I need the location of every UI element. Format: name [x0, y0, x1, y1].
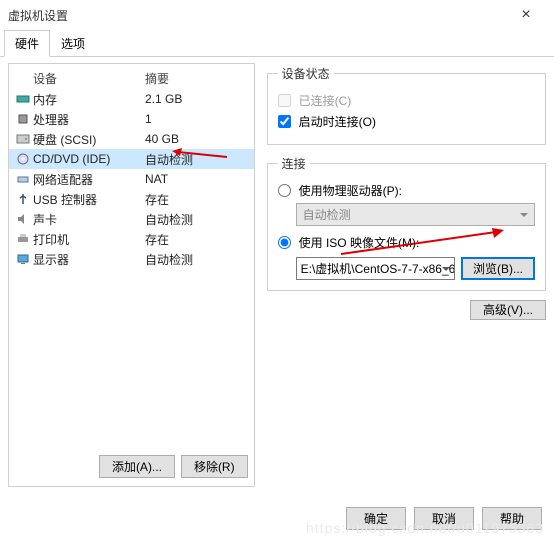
memory-icon	[15, 92, 31, 106]
device-summary: NAT	[145, 172, 248, 186]
list-item[interactable]: CD/DVD (IDE) 自动检测	[9, 149, 254, 169]
iso-label: 使用 ISO 映像文件(M):	[299, 234, 420, 251]
device-summary: 存在	[145, 231, 248, 248]
list-item[interactable]: 内存 2.1 GB	[9, 89, 254, 109]
list-header: 设备 摘要	[9, 64, 254, 89]
list-item[interactable]: 硬盘 (SCSI) 40 GB	[9, 129, 254, 149]
list-item[interactable]: USB 控制器 存在	[9, 189, 254, 209]
device-name: 显示器	[33, 251, 145, 268]
device-list: 设备 摘要 内存 2.1 GB 处理器 1 硬盘 (SCSI) 40 GB CD…	[9, 64, 254, 447]
list-item[interactable]: 声卡 自动检测	[9, 209, 254, 229]
iso-radio[interactable]	[278, 236, 291, 249]
browse-button[interactable]: 浏览(B)...	[461, 257, 535, 280]
add-remove-row: 添加(A)... 移除(R)	[9, 447, 254, 486]
physical-radio[interactable]	[278, 184, 291, 197]
device-panel: 设备 摘要 内存 2.1 GB 处理器 1 硬盘 (SCSI) 40 GB CD…	[8, 63, 255, 487]
sound-icon	[15, 212, 31, 226]
connect-on-checkbox[interactable]	[278, 115, 291, 128]
remove-button[interactable]: 移除(R)	[181, 455, 248, 478]
advanced-button[interactable]: 高级(V)...	[470, 300, 546, 320]
add-button[interactable]: 添加(A)...	[99, 455, 175, 478]
status-legend: 设备状态	[278, 65, 334, 82]
device-name: 网络适配器	[33, 171, 145, 188]
list-item[interactable]: 打印机 存在	[9, 229, 254, 249]
list-item[interactable]: 显示器 自动检测	[9, 249, 254, 269]
connected-checkbox	[278, 94, 291, 107]
iso-path-select[interactable]: E:\虚拟机\CentOS-7-7-x86_64	[296, 257, 455, 280]
iso-radio-row[interactable]: 使用 ISO 映像文件(M):	[278, 234, 535, 251]
physical-radio-row[interactable]: 使用物理驱动器(P):	[278, 182, 535, 199]
window-title: 虚拟机设置	[8, 7, 506, 24]
disk-icon	[15, 132, 31, 146]
cpu-icon	[15, 112, 31, 126]
connected-row: 已连接(C)	[278, 92, 535, 109]
tab-bar: 硬件 选项	[0, 30, 554, 57]
device-summary: 2.1 GB	[145, 92, 248, 106]
device-name: 声卡	[33, 211, 145, 228]
connection-group: 连接 使用物理驱动器(P): 自动检测 使用 ISO 映像文件(M): E:\虚…	[267, 155, 546, 291]
device-name: 处理器	[33, 111, 145, 128]
physical-drive-select: 自动检测	[296, 203, 535, 226]
status-group: 设备状态 已连接(C) 启动时连接(O)	[267, 65, 546, 145]
physical-label: 使用物理驱动器(P):	[299, 182, 402, 199]
display-icon	[15, 252, 31, 266]
connection-legend: 连接	[278, 155, 310, 172]
close-icon[interactable]: ×	[506, 6, 546, 24]
device-summary: 40 GB	[145, 132, 248, 146]
device-summary: 存在	[145, 191, 248, 208]
printer-icon	[15, 232, 31, 246]
device-name: USB 控制器	[33, 191, 145, 208]
device-summary: 自动检测	[145, 151, 248, 168]
usb-icon	[15, 192, 31, 206]
advanced-row: 高级(V)...	[267, 301, 546, 318]
connected-label: 已连接(C)	[299, 92, 352, 109]
header-device: 设备	[15, 70, 145, 87]
details-panel: 设备状态 已连接(C) 启动时连接(O) 连接 使用物理驱动器(P): 自动检测…	[255, 63, 546, 487]
device-summary: 自动检测	[145, 211, 248, 228]
watermark: https://blog.csdn.net/u011975363	[306, 520, 544, 536]
titlebar: 虚拟机设置 ×	[0, 0, 554, 30]
list-item[interactable]: 处理器 1	[9, 109, 254, 129]
list-item[interactable]: 网络适配器 NAT	[9, 169, 254, 189]
device-summary: 1	[145, 112, 248, 126]
device-name: 打印机	[33, 231, 145, 248]
cd-icon	[15, 152, 31, 166]
content-area: 设备 摘要 内存 2.1 GB 处理器 1 硬盘 (SCSI) 40 GB CD…	[0, 57, 554, 493]
iso-row: E:\虚拟机\CentOS-7-7-x86_64 浏览(B)...	[296, 257, 535, 280]
network-icon	[15, 172, 31, 186]
device-name: 硬盘 (SCSI)	[33, 131, 145, 148]
connect-on-label: 启动时连接(O)	[299, 113, 376, 130]
tab-options[interactable]: 选项	[50, 30, 96, 57]
tab-hardware[interactable]: 硬件	[4, 30, 50, 57]
device-name: 内存	[33, 91, 145, 108]
connect-on-row[interactable]: 启动时连接(O)	[278, 113, 535, 130]
header-summary: 摘要	[145, 70, 248, 87]
device-summary: 自动检测	[145, 251, 248, 268]
device-name: CD/DVD (IDE)	[33, 152, 145, 166]
